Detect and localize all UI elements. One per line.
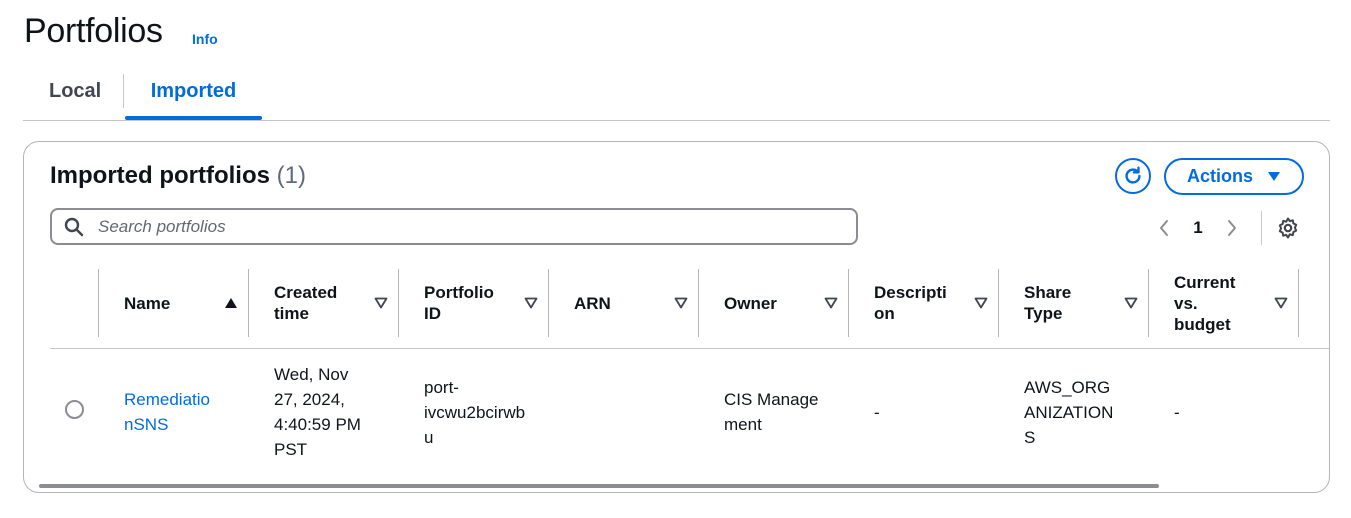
sort-caret-down-icon[interactable] bbox=[1124, 297, 1138, 309]
search-field[interactable] bbox=[50, 208, 858, 245]
column-separator bbox=[548, 269, 549, 337]
row-select-radio[interactable] bbox=[65, 400, 84, 419]
actions-dropdown-button[interactable]: Actions bbox=[1164, 158, 1304, 195]
portfolio-id-value: port-ivcwu2bcirwbu bbox=[424, 377, 526, 447]
gear-icon[interactable] bbox=[1276, 216, 1300, 240]
column-separator bbox=[998, 269, 999, 337]
column-separator bbox=[698, 269, 699, 337]
table-header-divider bbox=[50, 348, 1329, 349]
table-cell-name: RemediationSNS bbox=[124, 352, 248, 472]
column-header-label: Owner bbox=[724, 293, 777, 313]
tab-local[interactable]: Local bbox=[49, 70, 101, 120]
refresh-icon bbox=[1125, 166, 1141, 184]
portfolio-name-link[interactable]: RemediationSNS bbox=[124, 387, 218, 437]
container-title: Imported portfolios bbox=[50, 162, 270, 189]
column-header-arn[interactable]: ARN bbox=[574, 269, 698, 337]
table-cell-description: - bbox=[874, 352, 998, 472]
column-header-current-vs-budget[interactable]: Current vs. budget bbox=[1174, 269, 1298, 337]
table-cell-created-time: Wed, Nov 27, 2024, 4:40:59 PM PST bbox=[274, 352, 398, 472]
column-header-name[interactable]: Name bbox=[124, 269, 248, 337]
info-link[interactable]: Info bbox=[192, 31, 218, 47]
pagination: 1 bbox=[1154, 216, 1242, 240]
column-separator bbox=[98, 269, 99, 337]
column-header-label: Name bbox=[124, 293, 171, 313]
description-value: - bbox=[874, 402, 880, 422]
table-cell-share-type: AWS_ORGANIZATIONS bbox=[1024, 352, 1148, 472]
portfolio-count: (1) bbox=[276, 162, 306, 189]
column-header-owner[interactable]: Owner bbox=[724, 269, 848, 337]
horizontal-scrollbar[interactable] bbox=[39, 484, 1159, 488]
column-header-label: ARN bbox=[574, 293, 611, 313]
page-title: Portfolios bbox=[24, 12, 163, 50]
table-cell-owner: CIS Management bbox=[724, 352, 848, 472]
imported-portfolios-container: Imported portfolios (1) Actions 1 bbox=[23, 141, 1330, 493]
container-header: Imported portfolios (1) bbox=[50, 162, 306, 190]
column-header-label: Portfolio ID bbox=[424, 283, 494, 323]
column-header-label: Current vs. budget bbox=[1174, 272, 1236, 334]
sort-caret-down-icon[interactable] bbox=[374, 297, 388, 309]
page-number[interactable]: 1 bbox=[1174, 218, 1222, 238]
active-tab-indicator bbox=[125, 116, 262, 120]
sort-caret-down-icon[interactable] bbox=[824, 297, 838, 309]
actions-label: Actions bbox=[1186, 166, 1253, 186]
column-separator bbox=[248, 269, 249, 337]
table-cell-portfolio-id: port-ivcwu2bcirwbu bbox=[424, 352, 548, 472]
sort-ascending-icon[interactable] bbox=[224, 297, 238, 309]
search-input[interactable] bbox=[96, 215, 800, 238]
sort-caret-down-icon[interactable] bbox=[974, 297, 988, 309]
sort-caret-down-icon[interactable] bbox=[1274, 297, 1288, 309]
owner-value: CIS Management bbox=[724, 390, 819, 434]
pager-divider bbox=[1261, 211, 1262, 245]
share-type-value: AWS_ORGANIZATIONS bbox=[1024, 377, 1114, 447]
table-cell-arn bbox=[574, 352, 698, 472]
tab-divider bbox=[123, 74, 124, 108]
tab-imported[interactable]: Imported bbox=[125, 70, 262, 120]
column-header-created-time[interactable]: Created time bbox=[274, 269, 398, 337]
column-separator bbox=[1298, 269, 1299, 337]
column-header-share-type[interactable]: Share Type bbox=[1024, 269, 1148, 337]
column-header-label: Share Type bbox=[1024, 283, 1072, 323]
table-cell-current-vs-budget: - bbox=[1174, 352, 1298, 472]
column-header-label: Description bbox=[874, 283, 947, 323]
caret-down-icon bbox=[1268, 172, 1280, 181]
column-header-description[interactable]: Description bbox=[874, 269, 998, 337]
current-vs-budget-value: - bbox=[1174, 402, 1180, 422]
column-header-label: Created time bbox=[274, 283, 338, 323]
search-icon bbox=[64, 216, 86, 238]
chevron-right-icon[interactable] bbox=[1222, 219, 1242, 237]
column-separator bbox=[1148, 269, 1149, 337]
sort-caret-down-icon[interactable] bbox=[674, 297, 688, 309]
column-separator bbox=[848, 269, 849, 337]
column-header-portfolio-id[interactable]: Portfolio ID bbox=[424, 269, 548, 337]
created-time-value: Wed, Nov 27, 2024, 4:40:59 PM PST bbox=[274, 365, 361, 459]
column-separator bbox=[398, 269, 399, 337]
refresh-button[interactable] bbox=[1115, 158, 1151, 194]
sort-caret-down-icon[interactable] bbox=[524, 297, 538, 309]
tab-bar: Local Imported bbox=[23, 70, 1330, 121]
chevron-left-icon[interactable] bbox=[1154, 219, 1174, 237]
